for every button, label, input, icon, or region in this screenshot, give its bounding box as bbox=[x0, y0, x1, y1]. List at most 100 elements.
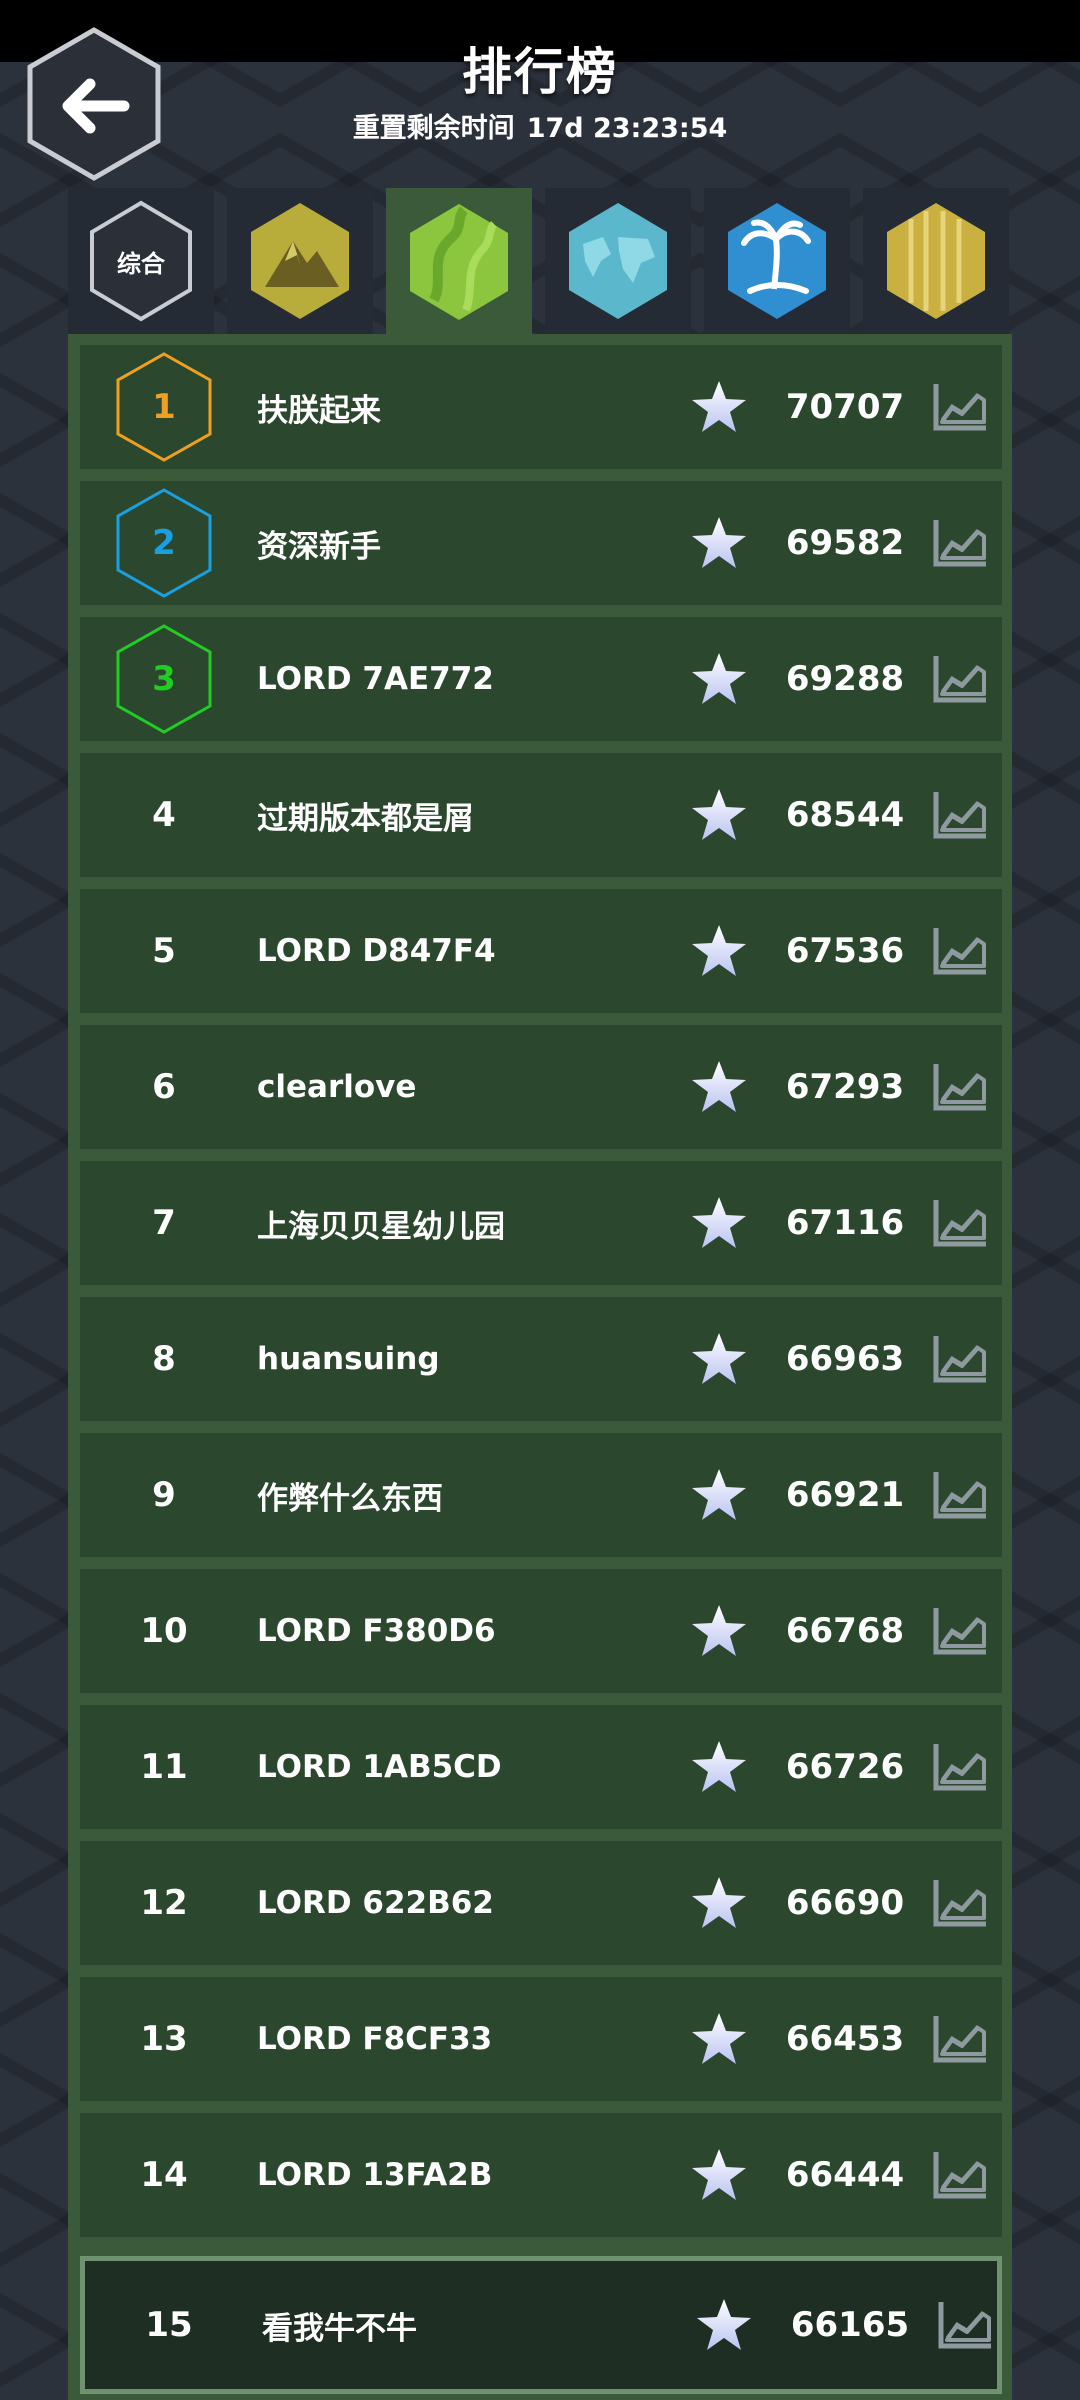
leaderboard-row[interactable]: 5 LORD D847F4 67536 bbox=[80, 889, 1002, 1013]
score-value: 66444 bbox=[785, 2155, 905, 2195]
leaderboard-row[interactable]: 14 LORD 13FA2B 66444 bbox=[80, 2113, 1002, 2237]
stats-chart-icon bbox=[933, 384, 986, 431]
player-name: 作弊什么东西 bbox=[257, 1480, 443, 1517]
leaderboard-row[interactable]: 10 LORD F380D6 66768 bbox=[80, 1569, 1002, 1693]
leaderboard-row[interactable]: 3 LORD 7AE772 69288 bbox=[80, 617, 1002, 741]
leaderboard-row[interactable]: 11 LORD 1AB5CD 66726 bbox=[80, 1705, 1002, 1829]
stats-chart-icon bbox=[933, 792, 986, 839]
stats-button[interactable] bbox=[930, 1876, 990, 1930]
star-icon bbox=[692, 1877, 746, 1928]
stats-button[interactable] bbox=[930, 1468, 990, 1522]
tab-island[interactable] bbox=[704, 188, 850, 334]
stats-chart-icon bbox=[933, 1744, 986, 1791]
reset-time: 17d 23:23:54 bbox=[526, 113, 728, 144]
tab-world[interactable] bbox=[545, 188, 691, 334]
star-icon-wrap bbox=[690, 1330, 748, 1388]
stats-button[interactable] bbox=[930, 652, 990, 706]
star-icon-wrap bbox=[690, 378, 748, 436]
score-value: 66963 bbox=[785, 1339, 905, 1379]
leaderboard-row[interactable]: 4 过期版本都是屑 68544 bbox=[80, 753, 1002, 877]
leaderboard-row[interactable]: 6 clearlove 67293 bbox=[80, 1025, 1002, 1149]
star-icon-wrap bbox=[690, 786, 748, 844]
score-value: 66921 bbox=[785, 1475, 905, 1515]
stats-button[interactable] bbox=[930, 1740, 990, 1794]
gold-hex-icon bbox=[887, 203, 985, 319]
star-icon bbox=[692, 1605, 746, 1656]
star-icon bbox=[692, 1741, 746, 1792]
star-icon-wrap bbox=[690, 650, 748, 708]
player-name: LORD 622B62 bbox=[257, 1885, 494, 1921]
rank-number: 12 bbox=[114, 1841, 214, 1965]
grassland-hex-icon bbox=[410, 204, 508, 320]
stats-button[interactable] bbox=[930, 2148, 990, 2202]
rank-label: 12 bbox=[140, 1883, 188, 1923]
star-icon-wrap bbox=[690, 1602, 748, 1660]
rank-number: 2 bbox=[114, 481, 214, 605]
rank-label: 8 bbox=[152, 1339, 176, 1379]
stats-chart-icon bbox=[933, 928, 986, 975]
star-icon bbox=[692, 1061, 746, 1112]
stats-chart-icon bbox=[933, 1472, 986, 1519]
star-icon-wrap bbox=[690, 2010, 748, 2068]
leaderboard-row[interactable]: 7 上海贝贝星幼儿园 67116 bbox=[80, 1161, 1002, 1285]
rank-label: 7 bbox=[152, 1203, 176, 1243]
reset-timer: 重置剩余时间 17d 23:23:54 bbox=[0, 106, 1080, 145]
stats-button[interactable] bbox=[930, 1332, 990, 1386]
star-icon-wrap bbox=[690, 922, 748, 980]
rank-label: 3 bbox=[152, 659, 176, 699]
stats-chart-icon bbox=[933, 520, 986, 567]
star-icon bbox=[692, 2013, 746, 2064]
rank-label: 2 bbox=[152, 523, 176, 563]
player-name: LORD 1AB5CD bbox=[257, 1749, 502, 1785]
tab-mountain[interactable] bbox=[227, 188, 373, 334]
player-name: 扶朕起来 bbox=[257, 392, 381, 429]
tab-overall[interactable]: 综合 bbox=[68, 188, 214, 334]
star-icon bbox=[692, 1333, 746, 1384]
stats-chart-icon bbox=[933, 1336, 986, 1383]
star-icon bbox=[692, 1469, 746, 1520]
rank-label: 15 bbox=[145, 2305, 193, 2345]
stats-button[interactable] bbox=[930, 1196, 990, 1250]
mountain-hex-icon bbox=[251, 203, 349, 319]
stats-button[interactable] bbox=[930, 380, 990, 434]
rank-number: 8 bbox=[114, 1297, 214, 1421]
tab-grassland[interactable] bbox=[386, 188, 532, 336]
leaderboard-row[interactable]: 9 作弊什么东西 66921 bbox=[80, 1433, 1002, 1557]
stats-button[interactable] bbox=[935, 2298, 995, 2352]
star-icon bbox=[692, 789, 746, 840]
score-value: 67536 bbox=[785, 931, 905, 971]
rank-label: 1 bbox=[152, 387, 176, 427]
tab-gold[interactable] bbox=[863, 188, 1009, 334]
category-tabs: 综合 bbox=[68, 188, 1012, 336]
star-icon-wrap bbox=[690, 1738, 748, 1796]
leaderboard-row[interactable]: 12 LORD 622B62 66690 bbox=[80, 1841, 1002, 1965]
star-icon bbox=[697, 2299, 751, 2350]
stats-button[interactable] bbox=[930, 924, 990, 978]
star-icon-wrap bbox=[690, 2146, 748, 2204]
stats-button[interactable] bbox=[930, 1604, 990, 1658]
score-value: 70707 bbox=[785, 387, 905, 427]
rank-number: 5 bbox=[114, 889, 214, 1013]
score-value: 66453 bbox=[785, 2019, 905, 2059]
score-value: 67116 bbox=[785, 1203, 905, 1243]
leaderboard-row[interactable]: 1 扶朕起来 70707 bbox=[80, 345, 1002, 469]
player-name: LORD F380D6 bbox=[257, 1613, 496, 1649]
rank-label: 14 bbox=[140, 2155, 188, 2195]
stats-chart-icon bbox=[938, 2302, 991, 2349]
score-value: 68544 bbox=[785, 795, 905, 835]
rank-number: 6 bbox=[114, 1025, 214, 1149]
stats-button[interactable] bbox=[930, 2012, 990, 2066]
leaderboard-row[interactable]: 13 LORD F8CF33 66453 bbox=[80, 1977, 1002, 2101]
self-leaderboard-row[interactable]: 15 看我牛不牛 66165 bbox=[80, 2256, 1002, 2394]
rank-number: 1 bbox=[114, 345, 214, 469]
leaderboard-row[interactable]: 8 huansuing 66963 bbox=[80, 1297, 1002, 1421]
leaderboard-row[interactable]: 2 资深新手 69582 bbox=[80, 481, 1002, 605]
rank-label: 13 bbox=[140, 2019, 188, 2059]
stats-button[interactable] bbox=[930, 1060, 990, 1114]
star-icon bbox=[692, 653, 746, 704]
player-name: LORD F8CF33 bbox=[257, 2021, 493, 2057]
star-icon-wrap bbox=[695, 2296, 753, 2354]
reset-label: 重置剩余时间 bbox=[352, 113, 515, 144]
stats-button[interactable] bbox=[930, 788, 990, 842]
stats-button[interactable] bbox=[930, 516, 990, 570]
